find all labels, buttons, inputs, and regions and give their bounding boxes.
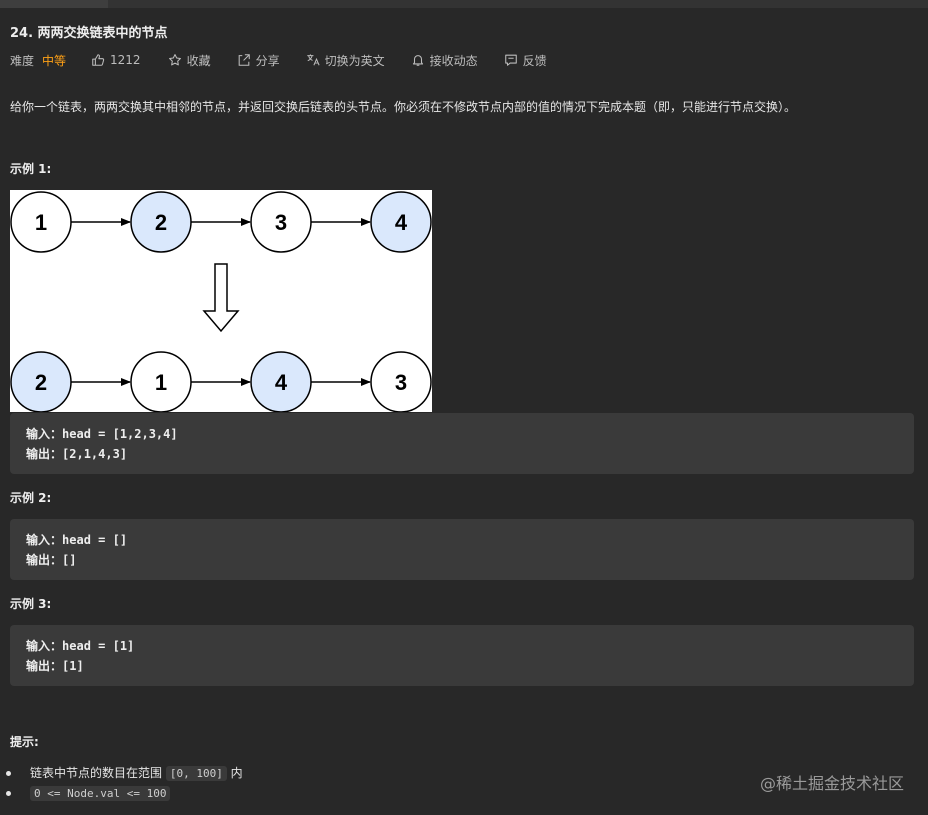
like-button[interactable]: 1212: [91, 53, 141, 67]
example-1-code: 输入：head = [1,2,3,4] 输出：[2,1,4,3]: [10, 413, 914, 474]
svg-text:2: 2: [35, 370, 47, 395]
input-value: head = [1]: [62, 639, 135, 653]
output-label: 输出：: [26, 447, 63, 461]
svg-text:4: 4: [275, 370, 288, 395]
difficulty: 难度 中等: [10, 52, 66, 69]
favorite-label: 收藏: [186, 53, 211, 68]
like-count: 1212: [110, 53, 141, 67]
node-bottom-1: 2: [10, 351, 72, 412]
feedback-icon: [504, 53, 518, 67]
node-top-4: 4: [370, 191, 432, 253]
input-label: 输入：: [26, 427, 63, 441]
node-top-3: 3: [250, 191, 312, 253]
input-value: head = [1,2,3,4]: [62, 427, 178, 441]
down-arrow: [202, 263, 240, 333]
hint-item-2: 0 <= Node.val <= 100: [6, 783, 243, 803]
output-value: [1]: [62, 659, 84, 673]
input-value: head = []: [62, 533, 128, 547]
example-3-title: 示例 3:: [10, 597, 52, 611]
favorite-button[interactable]: 收藏: [168, 52, 211, 69]
svg-text:4: 4: [395, 210, 408, 235]
linked-list-diagram: 1 2 3 4 2 1 4 3: [10, 190, 432, 412]
bullet: [6, 791, 11, 796]
example-3-code: 输入：head = [1] 输出：[1]: [10, 625, 914, 686]
difficulty-value: 中等: [42, 53, 67, 68]
input-label: 输入：: [26, 639, 63, 653]
hint-1-suffix: 内: [230, 766, 243, 780]
problem-title: 24. 两两交换链表中的节点: [10, 26, 168, 41]
example-2-title: 示例 2:: [10, 491, 52, 505]
output-label: 输出：: [26, 659, 63, 673]
node-bottom-3: 4: [250, 351, 312, 412]
hint-1-text: 链表中节点的数目在范围: [30, 766, 163, 780]
hint-1-code: [0, 100]: [165, 766, 227, 781]
svg-text:1: 1: [35, 210, 47, 235]
problem-description: 给你一个链表，两两交换其中相邻的节点，并返回交换后链表的头节点。你必须在不修改节…: [10, 100, 797, 114]
svg-text:1: 1: [155, 370, 167, 395]
problem-meta-bar: 难度 中等 1212 收藏 分享 切换为英文 接收动态 反馈: [10, 51, 547, 69]
bell-icon: [411, 53, 425, 67]
hint-2-code: 0 <= Node.val <= 100: [30, 786, 171, 801]
switch-language-button[interactable]: 切换为英文: [306, 52, 385, 69]
feedback-button[interactable]: 反馈: [504, 52, 547, 69]
example-1-title: 示例 1:: [10, 162, 52, 176]
star-icon: [168, 53, 182, 67]
subscribe-button[interactable]: 接收动态: [411, 52, 478, 69]
active-tab[interactable]: [0, 0, 108, 8]
example-2-code: 输入：head = [] 输出：[]: [10, 519, 914, 580]
input-label: 输入：: [26, 533, 63, 547]
switch-language-label: 切换为英文: [324, 53, 385, 68]
top-tab-bar: [0, 0, 928, 8]
svg-text:3: 3: [275, 210, 287, 235]
hint-item-1: 链表中节点的数目在范围 [0, 100] 内: [6, 763, 243, 783]
subscribe-label: 接收动态: [429, 53, 478, 68]
share-icon: [237, 53, 251, 67]
share-label: 分享: [255, 53, 280, 68]
feedback-label: 反馈: [522, 53, 547, 68]
hints-title: 提示:: [10, 735, 39, 749]
node-bottom-2: 1: [130, 351, 192, 412]
hints-list: 链表中节点的数目在范围 [0, 100] 内 0 <= Node.val <= …: [6, 763, 243, 803]
thumbs-up-icon: [91, 53, 105, 67]
node-top-2: 2: [130, 191, 192, 253]
bullet: [6, 771, 11, 776]
difficulty-label: 难度: [10, 53, 35, 68]
svg-text:3: 3: [395, 370, 407, 395]
node-bottom-4: 3: [370, 351, 432, 412]
output-value: []: [62, 553, 77, 567]
watermark: @稀土掘金技术社区: [759, 774, 904, 793]
output-value: [2,1,4,3]: [62, 447, 128, 461]
output-label: 输出：: [26, 553, 63, 567]
svg-text:2: 2: [155, 210, 167, 235]
translate-icon: [306, 53, 320, 67]
node-top-1: 1: [10, 191, 72, 253]
share-button[interactable]: 分享: [237, 52, 280, 69]
